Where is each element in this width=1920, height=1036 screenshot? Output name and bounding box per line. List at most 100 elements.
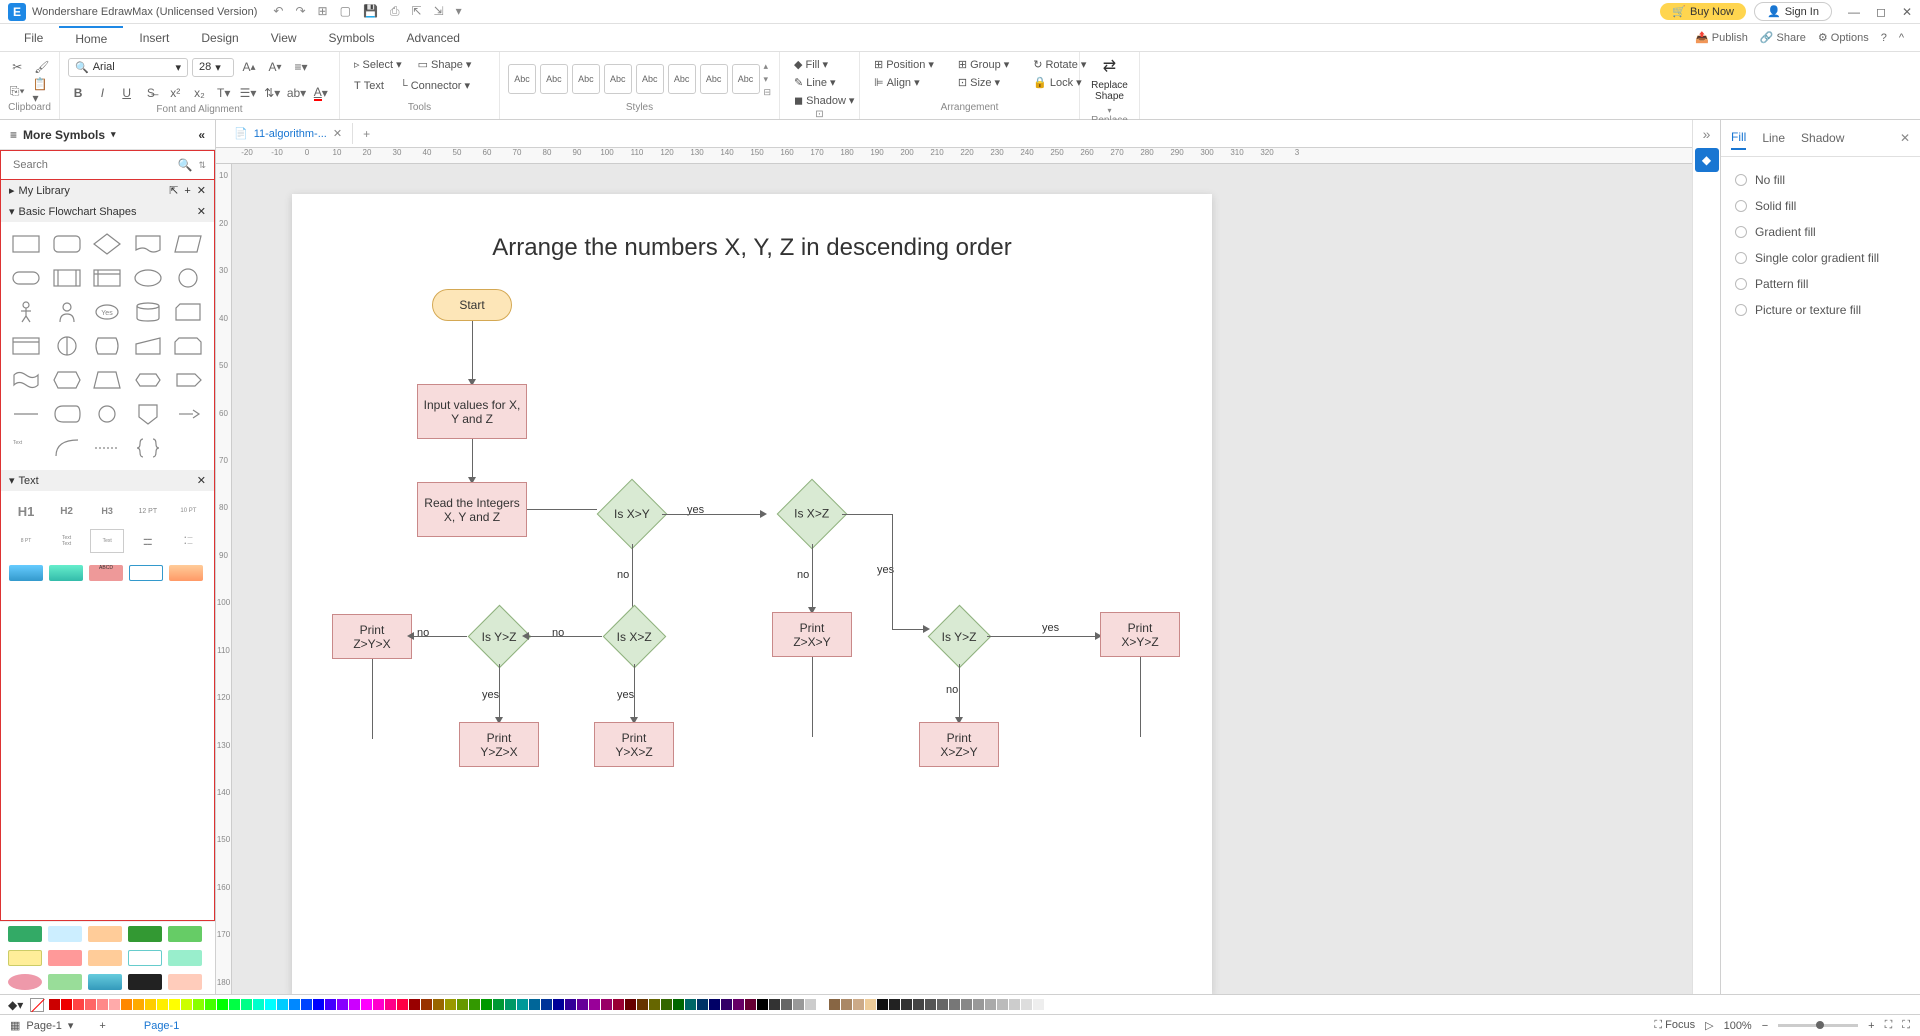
color-swatch[interactable] xyxy=(301,999,312,1010)
text-12pt[interactable]: 12 PT xyxy=(131,499,165,523)
tab-fill[interactable]: Fill xyxy=(1731,126,1746,150)
color-swatch[interactable] xyxy=(121,999,132,1010)
color-swatch[interactable] xyxy=(709,999,720,1010)
shape-user[interactable] xyxy=(50,298,84,326)
qat-more-icon[interactable]: ▾ xyxy=(456,4,462,19)
replace-shape-icon[interactable]: ⇄ xyxy=(1103,56,1116,76)
close-icon[interactable]: ✕ xyxy=(1902,5,1912,19)
text-preset[interactable] xyxy=(169,565,203,581)
shape-brace[interactable] xyxy=(131,434,165,462)
shape-predefined[interactable] xyxy=(50,264,84,292)
font-size-select[interactable]: 28 ▾ xyxy=(192,58,234,77)
color-swatch[interactable] xyxy=(181,999,192,1010)
menu-view[interactable]: View xyxy=(255,27,313,49)
canvas-scroll[interactable]: Arrange the numbers X, Y, Z in descendin… xyxy=(232,164,1692,994)
highlight-icon[interactable]: ab▾ xyxy=(286,82,306,104)
color-swatch[interactable] xyxy=(409,999,420,1010)
color-swatch[interactable] xyxy=(193,999,204,1010)
text-preset[interactable] xyxy=(48,974,82,990)
fc-print-yzx[interactable]: Print Y>Z>X xyxy=(459,722,539,767)
text-preset[interactable] xyxy=(9,565,43,581)
shape-trapezoid[interactable] xyxy=(90,366,124,394)
color-swatch[interactable] xyxy=(853,999,864,1010)
select-tool[interactable]: ▹ Select ▾ xyxy=(348,56,408,73)
color-swatch[interactable] xyxy=(73,999,84,1010)
color-swatch[interactable] xyxy=(805,999,816,1010)
options-button[interactable]: ⚙ Options xyxy=(1818,31,1869,44)
color-swatch[interactable] xyxy=(817,999,828,1010)
text-preset[interactable] xyxy=(128,950,162,966)
color-swatch[interactable] xyxy=(385,999,396,1010)
text-h1[interactable]: H1 xyxy=(9,499,43,523)
text-10pt[interactable]: 10 PT xyxy=(171,499,205,523)
shape-database[interactable] xyxy=(131,298,165,326)
shape-hexagon[interactable] xyxy=(50,366,84,394)
color-swatch[interactable] xyxy=(913,999,924,1010)
color-swatch[interactable] xyxy=(625,999,636,1010)
color-swatch[interactable] xyxy=(745,999,756,1010)
group-button[interactable]: ⊞ Group▾ xyxy=(952,56,1015,73)
present-icon[interactable]: ▷ xyxy=(1705,1019,1713,1032)
style-preset[interactable]: Abc xyxy=(508,64,536,94)
color-swatch[interactable] xyxy=(1033,999,1044,1010)
text-8pt[interactable]: 8 PT xyxy=(9,529,43,553)
color-swatch[interactable] xyxy=(505,999,516,1010)
opt-no-fill[interactable]: No fill xyxy=(1735,167,1906,193)
style-preset[interactable]: Abc xyxy=(668,64,696,94)
text-preset[interactable]: ABCD xyxy=(89,565,123,581)
text-h3[interactable]: H3 xyxy=(90,499,124,523)
opt-solid-fill[interactable]: Solid fill xyxy=(1735,193,1906,219)
cut-icon[interactable]: ✂ xyxy=(8,56,27,78)
font-color-icon[interactable]: A▾ xyxy=(311,82,331,104)
fc-is-xz[interactable]: Is X>Z xyxy=(777,479,848,550)
shape-collate[interactable] xyxy=(171,400,205,428)
color-swatch[interactable] xyxy=(985,999,996,1010)
menu-home[interactable]: Home xyxy=(59,26,123,50)
shape-actor[interactable] xyxy=(9,298,43,326)
menu-design[interactable]: Design xyxy=(185,27,254,49)
search-icon[interactable]: 🔍 xyxy=(178,158,193,172)
color-swatch[interactable] xyxy=(493,999,504,1010)
color-swatch[interactable] xyxy=(289,999,300,1010)
italic-icon[interactable]: I xyxy=(92,82,112,104)
color-swatch[interactable] xyxy=(337,999,348,1010)
paste-icon[interactable]: 📋▾ xyxy=(33,80,52,102)
menu-insert[interactable]: Insert xyxy=(123,27,185,49)
shape-line[interactable] xyxy=(9,400,43,428)
bold-icon[interactable]: B xyxy=(68,82,88,104)
color-swatch[interactable] xyxy=(877,999,888,1010)
redo-icon[interactable]: ↷ xyxy=(295,4,305,19)
text-preset[interactable] xyxy=(129,565,163,581)
color-swatch[interactable] xyxy=(697,999,708,1010)
tab-close-icon[interactable]: ✕ xyxy=(333,127,342,140)
line-button[interactable]: ✎ Line ▾ xyxy=(788,74,851,91)
shape-yes-bubble[interactable]: Yes xyxy=(90,298,124,326)
shape-rounded-rect[interactable] xyxy=(50,230,84,258)
color-swatch[interactable] xyxy=(169,999,180,1010)
shape-offpage[interactable] xyxy=(131,400,165,428)
color-swatch[interactable] xyxy=(613,999,624,1010)
publish-button[interactable]: 📤 Publish xyxy=(1695,31,1748,44)
zoom-in-icon[interactable]: + xyxy=(1868,1020,1874,1032)
fc-print-xyz[interactable]: Print X>Y>Z xyxy=(1100,612,1180,657)
color-swatch[interactable] xyxy=(517,999,528,1010)
lib-add-icon[interactable]: + xyxy=(184,185,190,197)
fc-print-xzy[interactable]: Print X>Z>Y xyxy=(919,722,999,767)
color-swatch[interactable] xyxy=(841,999,852,1010)
styles-prev-icon[interactable]: ▴ xyxy=(764,61,772,72)
maximize-icon[interactable]: ◻ xyxy=(1876,5,1886,19)
undo-icon[interactable]: ↶ xyxy=(273,4,283,19)
strikethrough-icon[interactable]: S̶ xyxy=(141,82,161,104)
page-list-icon[interactable]: ▦ xyxy=(10,1019,20,1032)
style-preset[interactable]: Abc xyxy=(604,64,632,94)
collapse-ribbon-icon[interactable]: ^ xyxy=(1899,32,1904,44)
shape-diamond[interactable] xyxy=(90,230,124,258)
shape-pentagon[interactable] xyxy=(131,366,165,394)
color-swatch[interactable] xyxy=(865,999,876,1010)
color-swatch[interactable] xyxy=(685,999,696,1010)
color-swatch[interactable] xyxy=(757,999,768,1010)
color-swatch[interactable] xyxy=(49,999,60,1010)
text-para[interactable]: ▬▬▬▬ xyxy=(131,529,165,553)
lib-close-icon[interactable]: ✕ xyxy=(197,184,206,197)
text-h2[interactable]: H2 xyxy=(50,499,84,523)
